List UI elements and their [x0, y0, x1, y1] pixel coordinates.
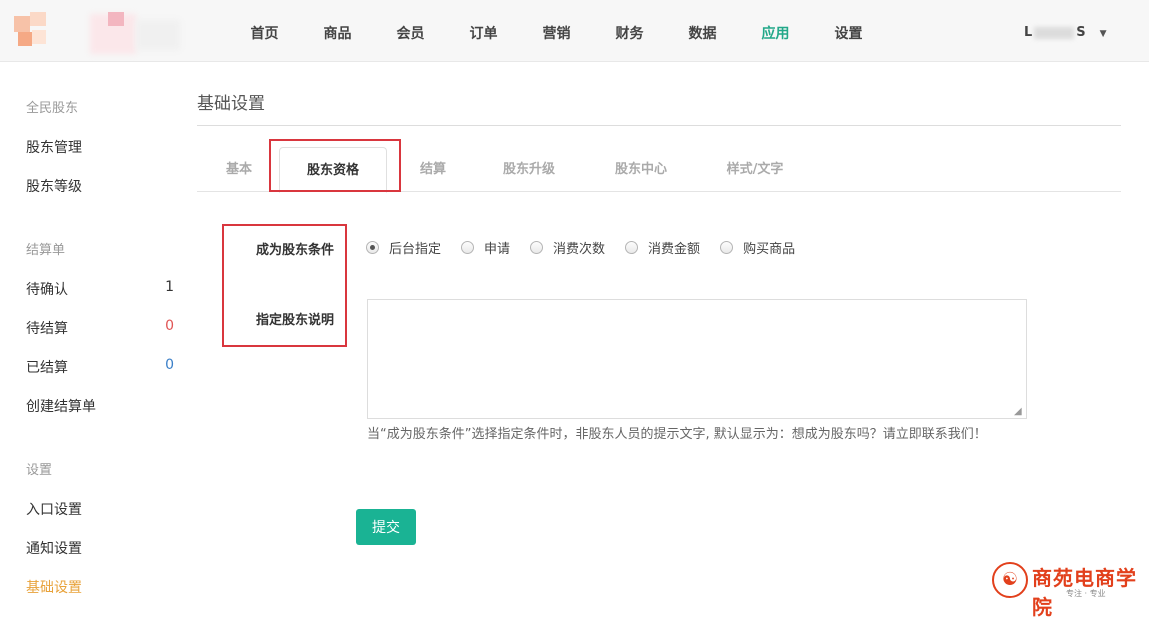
sidebar-item-pending-settle[interactable]: 待结算 0 [26, 318, 176, 338]
condition-radio-0[interactable]: 后台指定 [366, 238, 441, 257]
sidebar-group-settings: 设置 [26, 463, 53, 478]
submit-button[interactable]: 提交 [356, 509, 416, 545]
nav-item-3[interactable]: 订单 [447, 0, 520, 62]
tab-shareholder-center[interactable]: 股东中心 [599, 147, 683, 192]
nav-item-5[interactable]: 财务 [593, 0, 666, 62]
logo-mosaic-d [32, 30, 46, 44]
sidebar-item-label: 待确认 [26, 282, 68, 298]
tab-shareholder-upgrade[interactable]: 股东升级 [487, 147, 571, 192]
nav-item-7[interactable]: 应用 [739, 0, 812, 62]
logo-mosaic-g [136, 20, 180, 50]
sidebar-item-notify-settings[interactable]: 通知设置 [26, 538, 176, 558]
logo-mosaic-f [108, 12, 124, 26]
condition-radio-3[interactable]: 消费金额 [625, 238, 700, 257]
sidebar-item-shareholder-level[interactable]: 股东等级 [26, 176, 176, 196]
brand-seal-icon: ☯ [992, 562, 1028, 598]
radio-label: 消费金额 [648, 242, 701, 257]
sidebar-item-basic-settings[interactable]: 基础设置 [26, 577, 176, 597]
radio-button-icon[interactable] [366, 241, 379, 254]
resize-grip-icon[interactable]: ◢ [1014, 406, 1022, 417]
title-divider [197, 125, 1121, 126]
count-badge: 0 [165, 318, 174, 334]
nav-item-2[interactable]: 会员 [374, 0, 447, 62]
nav-item-4[interactable]: 营销 [520, 0, 593, 62]
brand-tagline: 专注 · 专业 [1066, 589, 1106, 598]
nav-item-0[interactable]: 首页 [228, 0, 301, 62]
sidebar-item-label: 已结算 [26, 360, 68, 376]
user-name-suffix: S [1076, 25, 1086, 40]
sidebar-group-shareholder: 全民股东 [26, 101, 79, 116]
condition-radio-4[interactable]: 购买商品 [720, 238, 795, 257]
nav-item-1[interactable]: 商品 [301, 0, 374, 62]
sidebar-item-create-settlement[interactable]: 创建结算单 [26, 396, 176, 416]
tab-bar: 基本 股东资格 结算 股东升级 股东中心 样式/文字 [197, 147, 1121, 193]
brand-watermark: ☯ 商苑电商学院 专注 · 专业 [992, 560, 1144, 619]
user-name-prefix: L [1024, 25, 1033, 40]
radio-label: 后台指定 [389, 242, 442, 257]
sidebar-item-pending-confirm[interactable]: 待确认 1 [26, 279, 176, 299]
logo-mosaic-c [18, 32, 32, 46]
radio-label: 消费次数 [553, 242, 606, 257]
radio-button-icon[interactable] [720, 241, 734, 254]
sidebar-group-settlement: 结算单 [26, 243, 66, 258]
tab-style-text[interactable]: 样式/文字 [711, 147, 799, 192]
explain-label: 指定股东说明 [255, 313, 334, 328]
user-menu[interactable]: L S ▼ [1024, 0, 1107, 62]
user-name-blur [1034, 26, 1075, 39]
sidebar-item-settled[interactable]: 已结算 0 [26, 357, 176, 377]
logo-mosaic-b [30, 12, 46, 26]
count-badge: 0 [165, 357, 174, 373]
nav-item-8[interactable]: 设置 [812, 0, 885, 62]
radio-label: 购买商品 [743, 242, 796, 257]
radio-label: 申请 [484, 242, 511, 257]
nav-item-6[interactable]: 数据 [666, 0, 739, 62]
condition-label: 成为股东条件 [255, 243, 334, 258]
radio-button-icon[interactable] [461, 241, 475, 254]
top-bar: 首页 商品 会员 订单 营销 财务 数据 应用 设置 L S ▼ [0, 0, 1149, 62]
sidebar: 全民股东 股东管理 股东等级 结算单 待确认 1 待结算 0 已结算 0 创建结… [0, 62, 186, 605]
condition-radio-1[interactable]: 申请 [461, 238, 510, 257]
sidebar-item-label: 待结算 [26, 321, 68, 337]
logo-mosaic-a [14, 16, 30, 32]
tab-shareholder-qualification[interactable]: 股东资格 [279, 147, 387, 193]
explain-textarea[interactable] [367, 299, 1027, 419]
tab-settlement[interactable]: 结算 [405, 147, 461, 192]
logo[interactable] [14, 12, 182, 58]
main-nav: 首页 商品 会员 订单 营销 财务 数据 应用 设置 [228, 0, 885, 62]
page-title: 基础设置 [197, 94, 265, 114]
count-badge: 1 [165, 279, 174, 295]
sidebar-item-shareholder-manage[interactable]: 股东管理 [26, 137, 176, 157]
radio-button-icon[interactable] [625, 241, 639, 254]
help-text: 当“成为股东条件”选择指定条件时，非股东人员的提示文字, 默认显示为：想成为股东… [367, 427, 987, 442]
caret-down-icon[interactable]: ▼ [1100, 29, 1107, 39]
condition-radio-2[interactable]: 消费次数 [530, 238, 605, 257]
sidebar-item-entry-settings[interactable]: 入口设置 [26, 499, 176, 519]
tab-basic[interactable]: 基本 [213, 147, 265, 192]
radio-button-icon[interactable] [530, 241, 544, 254]
condition-radio-group: 后台指定 申请 消费次数 消费金额 购买商品 [366, 238, 815, 257]
